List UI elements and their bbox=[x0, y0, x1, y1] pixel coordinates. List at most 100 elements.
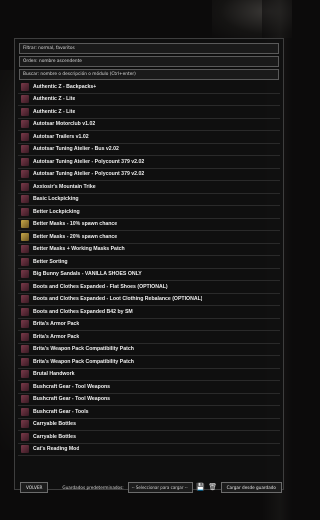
mod-thumbnail-icon bbox=[21, 157, 29, 166]
presets-label: Guardados predeterminados: bbox=[62, 484, 124, 490]
mod-name: Better Masks + Working Masks Patch bbox=[33, 246, 125, 253]
mod-name: Authentic Z - Lite bbox=[33, 96, 76, 103]
mod-row[interactable]: Authentic Z - Backpacks+ bbox=[18, 81, 280, 94]
mod-name: Brita's Armor Pack bbox=[33, 321, 80, 328]
mod-row[interactable]: Better Masks - 10% spawn chance bbox=[18, 219, 280, 231]
mod-row[interactable]: Autotsar Motorclub v1.02 bbox=[18, 119, 280, 131]
mod-name: Autotsar Tuning Atelier - Polycount 379 … bbox=[33, 171, 145, 178]
mod-thumbnail-icon bbox=[21, 195, 29, 204]
mod-thumbnail-icon bbox=[21, 207, 29, 216]
mod-row[interactable]: Bushcraft Gear - Tools bbox=[18, 406, 280, 419]
mod-thumbnail-icon bbox=[21, 295, 29, 304]
mod-thumbnail-icon bbox=[21, 382, 29, 391]
mod-row[interactable]: Big Bunny Sandals - VANILLA SHOES ONLY bbox=[18, 269, 280, 281]
mod-name: Big Bunny Sandals - VANILLA SHOES ONLY bbox=[33, 271, 142, 278]
mod-name: Better Masks - 20% spawn chance bbox=[33, 233, 118, 240]
mod-thumbnail-icon bbox=[21, 182, 29, 191]
mod-name: Autotsar Tuning Atelier - Polycount 379 … bbox=[33, 158, 145, 165]
mod-thumbnail-icon bbox=[21, 445, 29, 454]
mod-thumbnail-icon bbox=[21, 345, 29, 354]
mod-name: Autotsar Trailers v1.02 bbox=[33, 133, 89, 140]
mod-row[interactable]: Authentic Z - Lite bbox=[18, 106, 280, 119]
mod-thumbnail-icon bbox=[21, 307, 29, 316]
mod-name: Brita's Armor Pack bbox=[33, 333, 80, 340]
preset-select[interactable]: -- Seleccionar para cargar -- bbox=[127, 481, 193, 493]
search-input[interactable]: Buscar: nombre o descripción o módulo (C… bbox=[19, 69, 279, 80]
mod-row[interactable]: Better Masks - 20% spawn chance bbox=[18, 231, 280, 244]
mod-thumbnail-icon bbox=[21, 170, 29, 179]
mod-thumbnail-icon bbox=[21, 245, 29, 254]
order-dropdown[interactable]: Orden: nombre ascendente bbox=[19, 56, 279, 67]
mod-thumbnail-icon bbox=[21, 257, 29, 266]
mod-thumbnail-icon bbox=[21, 132, 29, 141]
mod-row[interactable]: Autotsar Trailers v1.02 bbox=[18, 131, 280, 144]
back-button[interactable]: VOLVER bbox=[20, 481, 49, 493]
mod-row[interactable]: Bushcraft Gear - Tool Weapons bbox=[18, 381, 280, 394]
mod-name: Boots and Clothes Expanded - Flat Shoes … bbox=[33, 283, 168, 290]
mod-name: Cat's Reading Mod bbox=[33, 446, 80, 453]
mod-row[interactable]: Axxiosir's Mountain Trike bbox=[18, 181, 280, 194]
mod-thumbnail-icon bbox=[21, 395, 29, 404]
mod-name: Boots and Clothes Expanded B42 by SM bbox=[33, 308, 133, 315]
mod-name: Autotsar Motorclub v1.02 bbox=[33, 121, 96, 128]
mod-row[interactable]: Boots and Clothes Expanded - Flat Shoes … bbox=[18, 281, 280, 294]
mod-thumbnail-icon bbox=[21, 82, 29, 91]
mod-row[interactable]: Basic Lockpicking bbox=[18, 194, 280, 206]
mod-thumbnail-icon bbox=[21, 432, 29, 441]
mod-row[interactable]: Autotsar Tuning Atelier - Polycount 379 … bbox=[18, 156, 280, 169]
mod-row[interactable]: Better Lockpicking bbox=[18, 206, 280, 219]
mod-name: Carryable Bottles bbox=[33, 433, 76, 440]
mod-row[interactable]: Brita's Armor Pack bbox=[18, 319, 280, 331]
mod-name: Autotsar Tuning Atelier - Bus v2.02 bbox=[33, 146, 119, 153]
mod-row[interactable]: Brita's Weapon Pack Compatibility Patch bbox=[18, 344, 280, 356]
mod-name: Bushcraft Gear - Tool Weapons bbox=[33, 396, 111, 403]
mod-row[interactable]: Autotsar Tuning Atelier - Polycount 379 … bbox=[18, 169, 280, 181]
mod-name: Better Lockpicking bbox=[33, 208, 80, 215]
mod-thumbnail-icon bbox=[21, 332, 29, 341]
mod-row[interactable]: Boots and Clothes Expanded B42 by SM bbox=[18, 306, 280, 319]
mod-thumbnail-icon bbox=[21, 220, 29, 229]
mod-list[interactable]: Authentic Z - Backpacks+ Authentic Z - Li… bbox=[18, 81, 280, 487]
mod-row[interactable]: Better Masks + Working Masks Patch bbox=[18, 244, 280, 256]
mod-thumbnail-icon bbox=[21, 107, 29, 116]
mod-thumbnail-icon bbox=[21, 407, 29, 416]
mod-name: Better Masks - 10% spawn chance bbox=[33, 221, 118, 228]
mod-name: Authentic Z - Backpacks+ bbox=[33, 83, 97, 90]
mod-thumbnail-icon bbox=[21, 120, 29, 129]
load-from-save-button[interactable]: Cargar desde guardado bbox=[220, 481, 282, 493]
delete-icon[interactable]: 🗑 bbox=[208, 483, 217, 491]
mod-thumbnail-icon bbox=[21, 370, 29, 379]
mod-name: Better Sorting bbox=[33, 258, 68, 265]
mod-name: Brutal Handwork bbox=[33, 371, 75, 378]
mod-row[interactable]: Brutal Handwork bbox=[18, 369, 280, 381]
filter-dropdown[interactable]: Filtrar: normal, favoritos bbox=[19, 43, 279, 54]
mod-row[interactable]: Carryable Bottles bbox=[18, 419, 280, 431]
mod-name: Bushcraft Gear - Tool Weapons bbox=[33, 383, 111, 390]
mod-name: Bushcraft Gear - Tools bbox=[33, 408, 89, 415]
mod-name: Axxiosir's Mountain Trike bbox=[33, 183, 96, 190]
mod-name: Brita's Weapon Pack Compatibility Patch bbox=[33, 346, 134, 353]
mod-row[interactable]: Carryable Bottles bbox=[18, 431, 280, 444]
mod-thumbnail-icon bbox=[21, 420, 29, 429]
mod-name: Brita's Weapon Pack Compatibility Patch bbox=[33, 358, 134, 365]
save-icon[interactable]: 💾 bbox=[196, 483, 205, 491]
mod-row[interactable]: Bushcraft Gear - Tool Weapons bbox=[18, 394, 280, 406]
mod-row[interactable]: Better Sorting bbox=[18, 256, 280, 269]
mod-row[interactable]: Boots and Clothes Expanded - Loot Clothi… bbox=[18, 294, 280, 306]
bottom-bar: VOLVER Guardados predeterminados: -- Sel… bbox=[14, 481, 282, 493]
mod-thumbnail-icon bbox=[21, 282, 29, 291]
mod-thumbnail-icon bbox=[21, 95, 29, 104]
mod-row[interactable]: Autotsar Tuning Atelier - Bus v2.02 bbox=[18, 144, 280, 156]
mod-thumbnail-icon bbox=[21, 145, 29, 154]
mod-name: Basic Lockpicking bbox=[33, 196, 79, 203]
mod-row[interactable]: Brita's Armor Pack bbox=[18, 331, 280, 344]
mod-thumbnail-icon bbox=[21, 270, 29, 279]
mods-panel: Filtrar: normal, favoritos Orden: nombre… bbox=[14, 38, 284, 490]
mod-thumbnail-icon bbox=[21, 357, 29, 366]
mod-thumbnail-icon bbox=[21, 320, 29, 329]
mod-row[interactable]: Authentic Z - Lite bbox=[18, 94, 280, 106]
mod-name: Authentic Z - Lite bbox=[33, 108, 76, 115]
mod-name: Carryable Bottles bbox=[33, 421, 76, 428]
mod-row[interactable]: Cat's Reading Mod bbox=[18, 444, 280, 456]
mod-row[interactable]: Brita's Weapon Pack Compatibility Patch bbox=[18, 356, 280, 369]
